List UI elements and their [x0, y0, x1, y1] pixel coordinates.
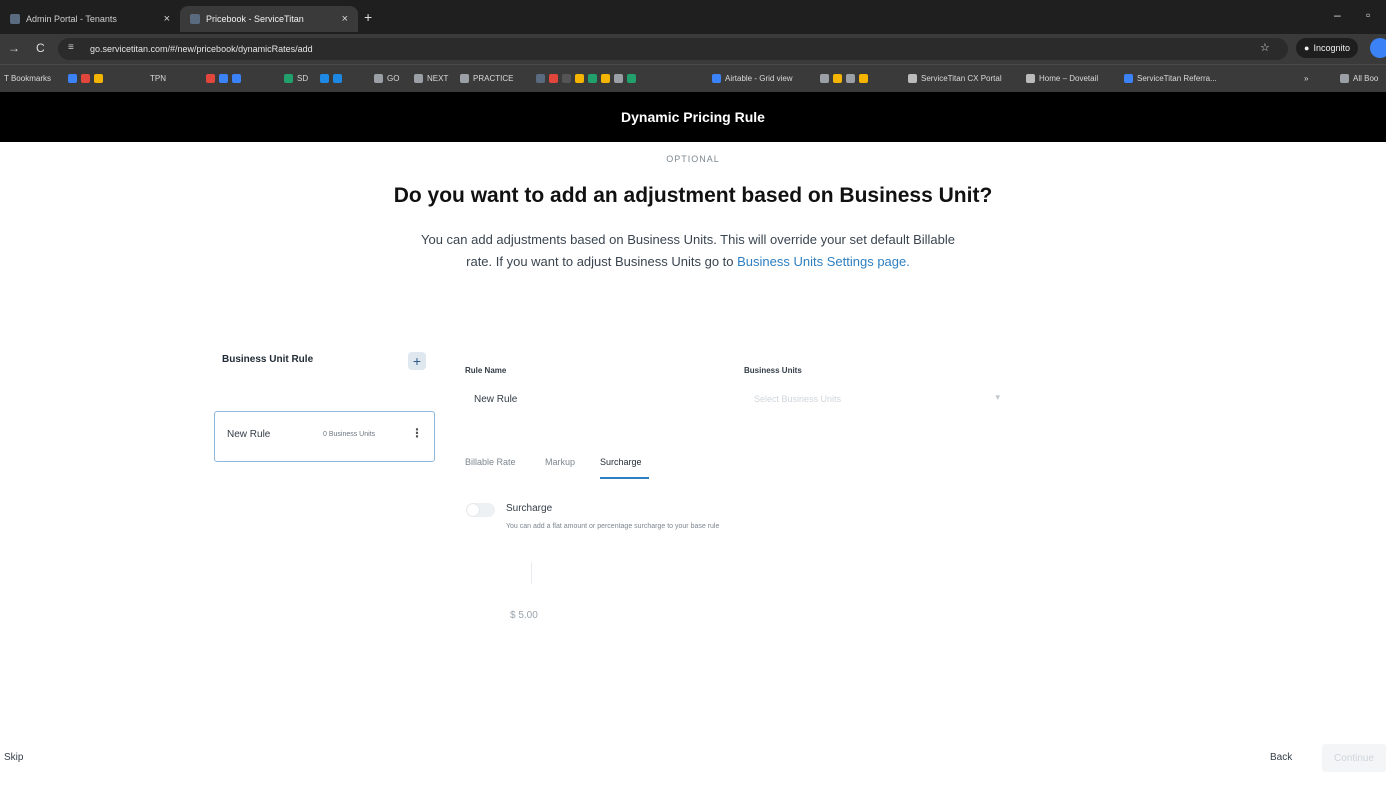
- skip-button[interactable]: Skip: [4, 752, 23, 763]
- surcharge-toggle[interactable]: [466, 503, 495, 517]
- surcharge-amount-field[interactable]: $ 5.00: [510, 610, 538, 621]
- browser-tab-label: Pricebook - ServiceTitan: [206, 14, 304, 24]
- bookmark-favicon-icon: [1124, 74, 1133, 83]
- bookmark-icon-group[interactable]: [820, 74, 872, 83]
- more-bookmarks-button[interactable]: »: [1304, 74, 1308, 83]
- add-rule-button[interactable]: +: [408, 352, 426, 370]
- browser-tab-bar: Admin Portal - Tenants × Pricebook - Ser…: [0, 0, 1386, 34]
- bookmark-favicon-icon: [460, 74, 469, 83]
- bookmark-star-icon[interactable]: ☆: [1260, 41, 1270, 54]
- back-button[interactable]: Back: [1270, 752, 1292, 763]
- rule-item-count: 0 Business Units: [323, 431, 376, 438]
- servicetitan-favicon-icon: [190, 14, 200, 24]
- surcharge-title: Surcharge: [506, 503, 553, 514]
- reload-icon[interactable]: C: [36, 41, 45, 55]
- new-tab-button[interactable]: +: [364, 9, 372, 25]
- browser-tab-pricebook[interactable]: Pricebook - ServiceTitan ×: [180, 6, 358, 32]
- business-units-settings-link[interactable]: Business Units Settings page.: [737, 254, 910, 269]
- step-description: You can add adjustments based on Busines…: [420, 229, 956, 273]
- browser-tab-label: Admin Portal - Tenants: [26, 14, 117, 24]
- incognito-label: Incognito: [1313, 43, 1350, 53]
- continue-button[interactable]: Continue: [1322, 744, 1386, 772]
- rule-name-label: Rule Name: [465, 366, 507, 375]
- business-unit-rule-title: Business Unit Rule: [222, 354, 314, 365]
- bookmark-item[interactable]: GO: [374, 74, 399, 83]
- bookmark-favicon-icon: [1026, 74, 1035, 83]
- chevron-down-icon: ▾: [995, 392, 1000, 402]
- currency-prefix: $: [510, 610, 516, 621]
- bookmark-favicon-icon: [908, 74, 917, 83]
- tab-markup[interactable]: Markup: [545, 457, 575, 467]
- folder-icon: [1340, 74, 1349, 83]
- active-tab-indicator: [600, 477, 649, 479]
- surcharge-help-text: You can add a flat amount or percentage …: [506, 523, 720, 530]
- divider: [531, 562, 532, 584]
- step-question: Do you want to add an adjustment based o…: [393, 184, 993, 207]
- minimize-icon[interactable]: –: [1334, 8, 1341, 22]
- incognito-icon: ●: [1304, 43, 1310, 53]
- forward-icon[interactable]: →: [8, 41, 20, 55]
- app-header: Dynamic Pricing Rule: [0, 92, 1386, 142]
- bookmark-item[interactable]: PRACTICE: [460, 74, 513, 83]
- business-units-label: Business Units: [744, 366, 802, 375]
- tab-surcharge[interactable]: Surcharge: [600, 457, 642, 467]
- bookmark-item[interactable]: T Bookmarks: [4, 74, 51, 83]
- bookmark-item[interactable]: SD: [284, 74, 308, 83]
- browser-tab-admin-portal[interactable]: Admin Portal - Tenants ×: [0, 6, 180, 32]
- bookmark-icon-group[interactable]: [320, 74, 346, 83]
- bookmark-icon-group[interactable]: [68, 74, 107, 83]
- rule-item-name: New Rule: [227, 429, 271, 440]
- business-units-placeholder: Select Business Units: [754, 394, 842, 404]
- optional-label: OPTIONAL: [666, 154, 720, 164]
- bookmark-favicon-icon: [284, 74, 293, 83]
- bookmark-item[interactable]: TPN: [150, 74, 166, 83]
- servicetitan-favicon-icon: [10, 14, 20, 24]
- bookmark-item[interactable]: ServiceTitan Referra...: [1124, 74, 1217, 83]
- bookmark-icon-group[interactable]: [206, 74, 245, 83]
- restore-icon[interactable]: ▫: [1366, 8, 1370, 22]
- incognito-badge[interactable]: ● Incognito: [1296, 38, 1358, 58]
- tab-close-icon[interactable]: ×: [164, 13, 170, 25]
- bookmarks-bar: T Bookmarks TPN SD GO NEXT PRACTICE Airt…: [0, 64, 1386, 92]
- site-settings-icon[interactable]: ≡: [68, 42, 74, 53]
- surcharge-amount-value: 5.00: [518, 610, 538, 621]
- bookmark-item[interactable]: NEXT: [414, 74, 448, 83]
- bookmark-item[interactable]: ServiceTitan CX Portal: [908, 74, 1002, 83]
- all-bookmarks-button[interactable]: All Boo: [1340, 74, 1378, 83]
- page-title: Dynamic Pricing Rule: [621, 109, 765, 125]
- rule-list-item[interactable]: New Rule 0 Business Units ⋮: [214, 411, 435, 462]
- rule-name-input[interactable]: New Rule: [474, 394, 517, 405]
- tab-billable-rate[interactable]: Billable Rate: [465, 457, 516, 467]
- bookmark-icon-group[interactable]: [536, 74, 640, 83]
- tab-close-icon[interactable]: ×: [342, 13, 348, 25]
- toggle-knob: [467, 504, 479, 516]
- profile-avatar[interactable]: [1370, 38, 1386, 58]
- bookmark-item[interactable]: Home – Dovetail: [1026, 74, 1098, 83]
- url-text: go.servicetitan.com/#/new/pricebook/dyna…: [90, 44, 313, 54]
- bookmark-item[interactable]: Airtable - Grid view: [712, 74, 793, 83]
- bookmark-favicon-icon: [414, 74, 423, 83]
- kebab-menu-icon[interactable]: ⋮: [411, 426, 423, 440]
- bookmark-favicon-icon: [374, 74, 383, 83]
- business-units-select[interactable]: Select Business Units ▾: [746, 388, 1006, 410]
- bookmark-favicon-icon: [712, 74, 721, 83]
